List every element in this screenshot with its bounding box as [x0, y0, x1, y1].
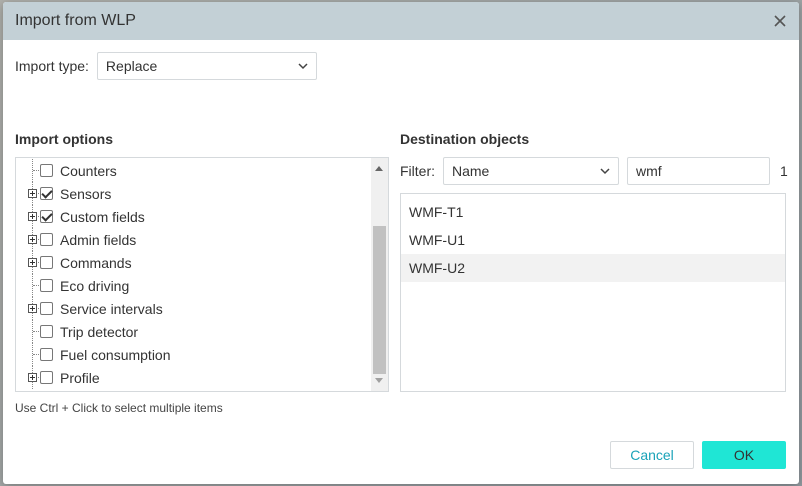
option-checkbox[interactable]	[40, 233, 53, 246]
filter-field-value: Name	[452, 163, 490, 179]
option-checkbox[interactable]	[40, 164, 53, 177]
option-label: Admin fields	[60, 231, 137, 248]
expand-plus-icon[interactable]	[28, 304, 37, 313]
destination-item[interactable]: WMF-T1	[401, 198, 785, 226]
option-label: Trip detector	[60, 323, 139, 340]
option-checkbox[interactable]	[40, 302, 53, 315]
expand-plus-icon[interactable]	[28, 212, 37, 221]
tree-item[interactable]: Admin fields	[16, 228, 364, 251]
destination-item[interactable]: WMF-U1	[401, 226, 785, 254]
dialog-titlebar: Import from WLP	[3, 2, 799, 40]
destination-item[interactable]: WMF-U2	[401, 254, 785, 282]
tree-item[interactable]: Profile	[16, 366, 364, 389]
destination-objects-list: WMF-T1 WMF-U1 WMF-U2	[400, 193, 786, 392]
option-label: Sensors	[60, 185, 112, 202]
import-dialog: Import from WLP Import type: Replace Imp…	[3, 2, 799, 484]
expand-plus-icon[interactable]	[28, 189, 37, 198]
option-checkbox[interactable]	[40, 348, 53, 361]
option-label: Profile	[60, 369, 100, 386]
option-checkbox[interactable]	[40, 256, 53, 269]
tree-item[interactable]: Custom fields	[16, 205, 364, 228]
option-checkbox[interactable]	[40, 210, 53, 223]
tree-connector	[33, 331, 39, 332]
expand-plus-icon[interactable]	[28, 235, 37, 244]
tree-item[interactable]: Sensors	[16, 182, 364, 205]
multi-select-hint: Use Ctrl + Click to select multiple item…	[15, 401, 223, 415]
tree-item[interactable]: Eco driving	[16, 274, 364, 297]
option-label: Counters	[60, 162, 117, 179]
option-label: Service intervals	[60, 300, 163, 317]
import-type-value: Replace	[105, 58, 158, 74]
expand-plus-icon[interactable]	[28, 258, 37, 267]
import-type-label: Import type:	[15, 58, 89, 74]
destination-objects-title: Destination objects	[400, 131, 530, 147]
tree-item[interactable]: Fuel consumption	[16, 343, 364, 366]
option-label: Eco driving	[60, 277, 130, 294]
scroll-thumb[interactable]	[373, 226, 386, 374]
expand-plus-icon[interactable]	[28, 373, 37, 382]
option-label: Commands	[60, 254, 132, 271]
scroll-up-icon[interactable]	[375, 166, 383, 171]
dialog-title: Import from WLP	[15, 12, 136, 29]
tree-item[interactable]: Counters	[16, 159, 364, 182]
filter-label: Filter:	[400, 163, 435, 179]
tree-connector	[33, 285, 39, 286]
option-label: Custom fields	[60, 208, 145, 225]
tree-item[interactable]: Service intervals	[16, 297, 364, 320]
tree-connector	[33, 354, 39, 355]
option-checkbox[interactable]	[40, 187, 53, 200]
ok-button[interactable]: OK	[702, 441, 786, 469]
filter-field-select[interactable]: Name	[443, 157, 619, 185]
tree-item[interactable]: Commands	[16, 251, 364, 274]
chevron-down-icon	[298, 63, 308, 70]
filter-input[interactable]	[627, 157, 770, 185]
import-type-row: Import type: Replace	[15, 52, 317, 80]
import-options-title: Import options	[15, 131, 113, 147]
chevron-down-icon	[600, 168, 610, 175]
scroll-down-icon[interactable]	[375, 378, 383, 383]
filter-row: Filter: Name 1	[400, 157, 788, 185]
result-count: 1	[780, 163, 788, 179]
import-options-tree[interactable]: Counters Sensors Custom fields Admin fields…	[15, 157, 389, 392]
tree-scrollbar[interactable]	[371, 158, 388, 391]
tree-item[interactable]: Trip detector	[16, 320, 364, 343]
close-icon[interactable]	[773, 14, 787, 28]
option-checkbox[interactable]	[40, 325, 53, 338]
option-checkbox[interactable]	[40, 279, 53, 292]
cancel-button[interactable]: Cancel	[610, 441, 694, 469]
option-checkbox[interactable]	[40, 371, 53, 384]
import-type-select[interactable]: Replace	[96, 52, 317, 80]
tree-connector	[33, 170, 39, 171]
option-label: Fuel consumption	[60, 346, 171, 363]
